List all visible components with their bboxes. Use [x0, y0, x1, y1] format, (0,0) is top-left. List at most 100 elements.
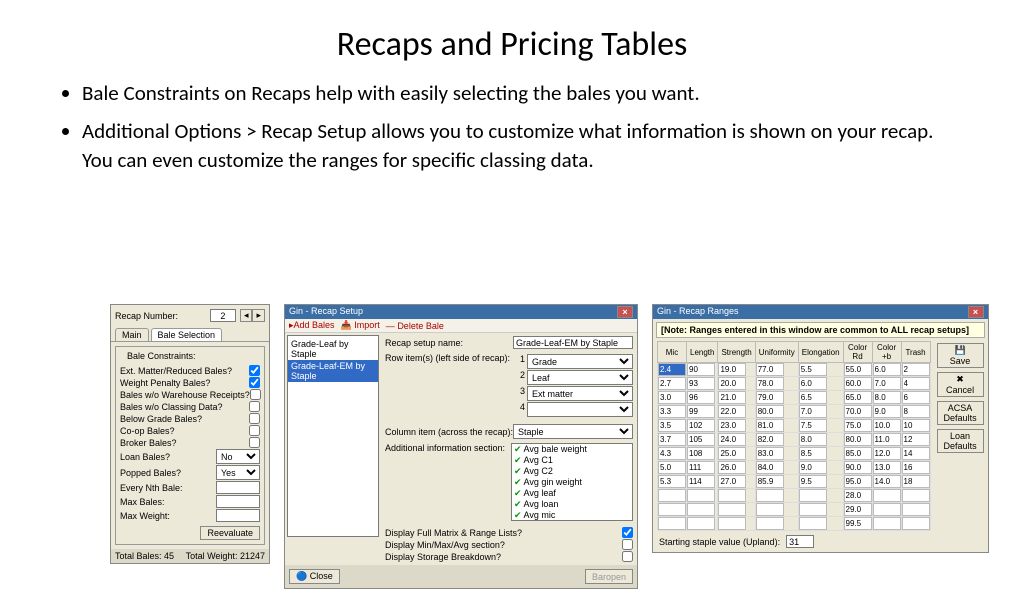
ranges-cell-input[interactable]: [844, 503, 872, 516]
ranges-cell-input[interactable]: [844, 517, 872, 530]
col-item-select[interactable]: Staple: [513, 424, 633, 439]
ranges-cell-input[interactable]: [902, 391, 930, 404]
ranges-cell-input[interactable]: [844, 433, 872, 446]
constraint-check[interactable]: [249, 401, 260, 412]
ranges-cell-input[interactable]: [844, 377, 872, 390]
ranges-cell-input[interactable]: [799, 503, 827, 516]
ranges-cell-input[interactable]: [718, 475, 746, 488]
ranges-cell-input[interactable]: [799, 475, 827, 488]
ranges-cell-input[interactable]: [756, 377, 784, 390]
add-bales-button[interactable]: ▸Add Bales: [289, 320, 335, 331]
ranges-cell-input[interactable]: [902, 405, 930, 418]
reevaluate-button[interactable]: Reevaluate: [200, 526, 260, 540]
addl-info-item[interactable]: ✔ Avg mic: [512, 510, 632, 521]
ranges-cell-input[interactable]: [873, 377, 901, 390]
constraint-check[interactable]: [249, 437, 260, 448]
ranges-cell-input[interactable]: [756, 461, 784, 474]
row-item-select[interactable]: Leaf: [527, 370, 633, 385]
constraint-input[interactable]: [216, 481, 260, 494]
ranges-cell-input[interactable]: [687, 363, 715, 376]
ranges-cell-input[interactable]: [658, 489, 686, 502]
ranges-cell-input[interactable]: [844, 419, 872, 432]
constraint-check[interactable]: [250, 389, 261, 400]
ranges-cell-input[interactable]: [873, 447, 901, 460]
ranges-cell-input[interactable]: [658, 433, 686, 446]
ranges-cell-input[interactable]: [718, 391, 746, 404]
ranges-cell-input[interactable]: [902, 503, 930, 516]
ranges-cell-input[interactable]: [902, 419, 930, 432]
ranges-cell-input[interactable]: [799, 377, 827, 390]
ranges-cell-input[interactable]: [658, 447, 686, 460]
row-item-select[interactable]: [527, 402, 633, 417]
ranges-cell-input[interactable]: [799, 433, 827, 446]
tab-main[interactable]: Main: [115, 328, 149, 341]
ranges-cell-input[interactable]: [687, 475, 715, 488]
ranges-cell-input[interactable]: [799, 461, 827, 474]
ranges-cell-input[interactable]: [756, 517, 784, 530]
addl-info-item[interactable]: ✔ Avg C2: [512, 466, 632, 477]
ranges-cell-input[interactable]: [718, 419, 746, 432]
acsa-defaults-button[interactable]: ACSA Defaults: [937, 401, 984, 425]
ranges-cell-input[interactable]: [756, 503, 784, 516]
constraint-input[interactable]: [216, 495, 260, 508]
constraint-check[interactable]: [249, 413, 260, 424]
ranges-cell-input[interactable]: [687, 391, 715, 404]
ranges-cell-input[interactable]: [902, 489, 930, 502]
ranges-cell-input[interactable]: [799, 447, 827, 460]
ranges-cell-input[interactable]: [873, 363, 901, 376]
ranges-cell-input[interactable]: [799, 419, 827, 432]
constraint-input[interactable]: [216, 509, 260, 522]
ranges-cell-input[interactable]: [844, 489, 872, 502]
ranges-cell-input[interactable]: [687, 489, 715, 502]
ranges-cell-input[interactable]: [902, 377, 930, 390]
import-button[interactable]: 📥 Import: [341, 320, 380, 331]
ranges-cell-input[interactable]: [718, 405, 746, 418]
recap-name-input[interactable]: [513, 336, 633, 349]
ranges-cell-input[interactable]: [658, 405, 686, 418]
addl-info-list[interactable]: ✔ Avg bale weight✔ Avg C1✔ Avg C2✔ Avg g…: [511, 443, 633, 521]
ranges-cell-input[interactable]: [687, 503, 715, 516]
ranges-cell-input[interactable]: [799, 363, 827, 376]
ranges-cell-input[interactable]: [902, 363, 930, 376]
recap-prev-button[interactable]: ◂: [240, 309, 253, 322]
ranges-cell-input[interactable]: [873, 475, 901, 488]
close-button[interactable]: 🔵 Close: [289, 569, 340, 584]
ranges-cell-input[interactable]: [658, 503, 686, 516]
ranges-cell-input[interactable]: [687, 461, 715, 474]
ranges-cell-input[interactable]: [873, 489, 901, 502]
ranges-cell-input[interactable]: [718, 433, 746, 446]
ranges-cell-input[interactable]: [902, 517, 930, 530]
ranges-cell-input[interactable]: [687, 433, 715, 446]
constraint-check[interactable]: [249, 377, 260, 388]
addl-info-item[interactable]: ✔ Avg gin weight: [512, 477, 632, 488]
ranges-cell-input[interactable]: [756, 433, 784, 446]
ranges-cell-input[interactable]: [658, 517, 686, 530]
addl-info-item[interactable]: ✔ Avg loan: [512, 499, 632, 510]
recap-setup-list-item[interactable]: Grade-Leaf-EM by Staple: [288, 360, 378, 382]
display-storage-check[interactable]: [622, 551, 633, 562]
addl-info-item[interactable]: ✔ Avg leaf: [512, 488, 632, 499]
display-minmax-check[interactable]: [622, 539, 633, 550]
ranges-cell-input[interactable]: [799, 489, 827, 502]
ranges-cell-input[interactable]: [844, 405, 872, 418]
ranges-cell-input[interactable]: [799, 405, 827, 418]
ranges-cell-input[interactable]: [658, 363, 686, 376]
ranges-cell-input[interactable]: [687, 419, 715, 432]
ranges-cell-input[interactable]: [756, 419, 784, 432]
recap-number-input[interactable]: [210, 309, 236, 322]
constraint-check[interactable]: [249, 365, 260, 376]
loan-defaults-button[interactable]: Loan Defaults: [937, 429, 984, 453]
ranges-cell-input[interactable]: [799, 517, 827, 530]
ranges-cell-input[interactable]: [687, 377, 715, 390]
cancel-button[interactable]: ✖ Cancel: [937, 372, 984, 397]
ranges-cell-input[interactable]: [756, 363, 784, 376]
ranges-cell-input[interactable]: [756, 475, 784, 488]
ranges-cell-input[interactable]: [799, 391, 827, 404]
tab-bale-selection[interactable]: Bale Selection: [151, 328, 223, 341]
ranges-cell-input[interactable]: [756, 489, 784, 502]
ranges-cell-input[interactable]: [756, 391, 784, 404]
constraint-check[interactable]: [249, 425, 260, 436]
ranges-cell-input[interactable]: [687, 447, 715, 460]
ranges-cell-input[interactable]: [658, 391, 686, 404]
ranges-cell-input[interactable]: [873, 391, 901, 404]
